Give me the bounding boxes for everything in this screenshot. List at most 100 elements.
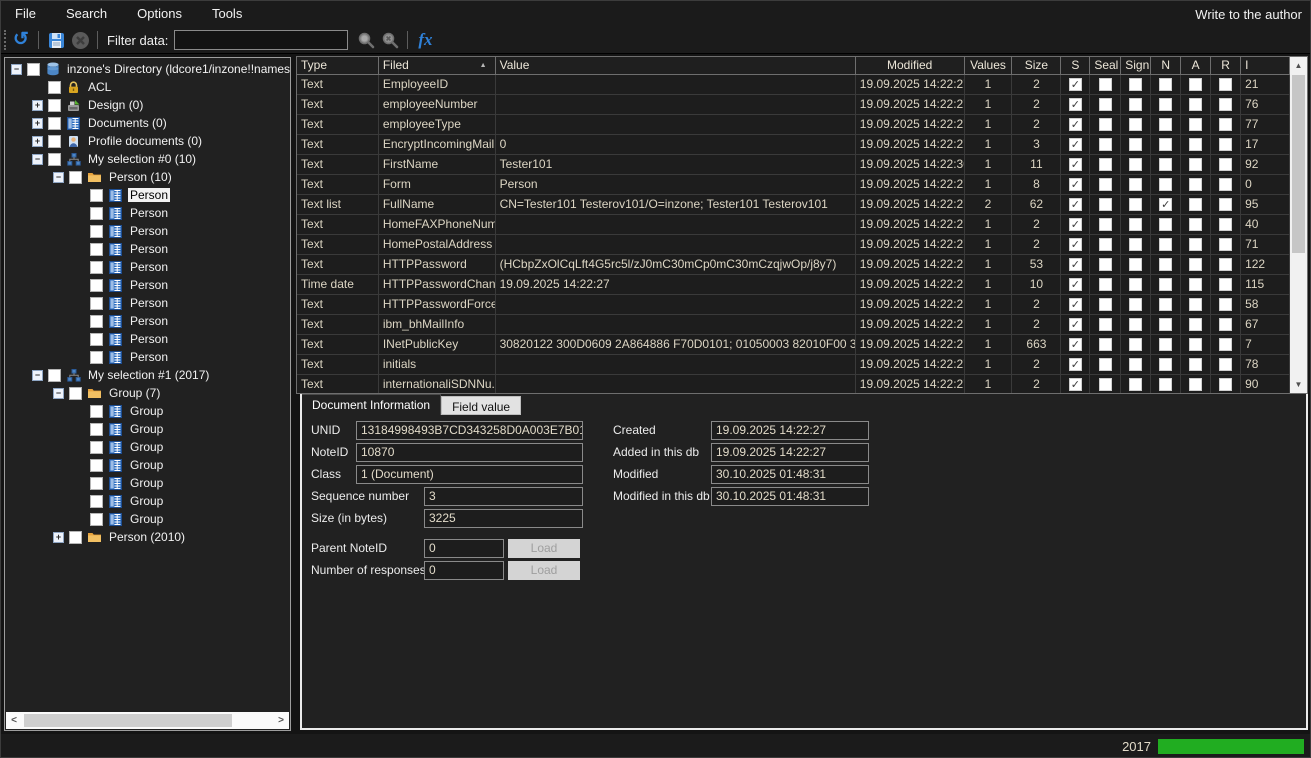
r-checkbox[interactable] [1219,298,1232,311]
tree-item[interactable]: Person [5,312,290,330]
a-checkbox[interactable] [1189,218,1202,231]
tab-field-value[interactable]: Field value [441,396,521,415]
n-checkbox[interactable] [1159,158,1172,171]
tree-item[interactable]: Person [5,258,290,276]
n-checkbox[interactable] [1159,118,1172,131]
tree-item-checkbox[interactable] [69,531,82,544]
seal-checkbox[interactable] [1099,358,1112,371]
n-checkbox[interactable] [1159,138,1172,151]
seal-checkbox[interactable] [1099,338,1112,351]
tree-item[interactable]: Person [5,348,290,366]
n-checkbox[interactable] [1159,78,1172,91]
collapse-icon[interactable]: − [32,154,43,165]
a-checkbox[interactable] [1189,258,1202,271]
tree-item[interactable]: Person [5,330,290,348]
field-row[interactable]: TextinternationaliSDNNu...19.09.2025 14:… [297,375,1290,393]
tree-item[interactable]: Group [5,402,290,420]
field-row[interactable]: Text listFullNameCN=Tester101 Testerov10… [297,195,1290,215]
search-button[interactable] [354,28,378,52]
seal-checkbox[interactable] [1099,98,1112,111]
sign-checkbox[interactable] [1129,238,1142,251]
column-header-field[interactable]: Filed▲ [379,57,496,74]
field-row[interactable]: Textibm_bhMailInfo19.09.2025 14:22:2712✓… [297,315,1290,335]
added-in-this-db-field[interactable]: 19.09.2025 14:22:27 [711,443,869,462]
menu-tools[interactable]: Tools [197,1,257,27]
field-row[interactable]: TextEmployeeID19.09.2025 14:22:2712✓21 [297,75,1290,95]
noteid-field[interactable]: 10870 [356,443,583,462]
s-checkbox[interactable]: ✓ [1069,98,1082,111]
sign-checkbox[interactable] [1129,278,1142,291]
tree-item[interactable]: Person [5,186,290,204]
column-header-sign[interactable]: Sign [1121,57,1151,74]
sign-checkbox[interactable] [1129,318,1142,331]
sign-checkbox[interactable] [1129,78,1142,91]
collapse-icon[interactable]: − [32,370,43,381]
formula-button[interactable]: fx [413,28,437,52]
tree-item-checkbox[interactable] [48,153,61,166]
s-checkbox[interactable]: ✓ [1069,338,1082,351]
parent-noteid-field[interactable]: 0 [424,539,504,558]
expand-icon[interactable]: + [32,100,43,111]
expand-icon[interactable]: + [53,532,64,543]
field-row[interactable]: TextemployeeNumber19.09.2025 14:22:2712✓… [297,95,1290,115]
s-checkbox[interactable]: ✓ [1069,258,1082,271]
n-checkbox[interactable] [1159,178,1172,191]
scroll-left-icon[interactable]: < [6,712,22,729]
a-checkbox[interactable] [1189,298,1202,311]
tree-item[interactable]: +Profile documents (0) [5,132,290,150]
tree-item[interactable]: −Group (7) [5,384,290,402]
field-row[interactable]: TextFirstNameTester10119.09.2025 14:22:3… [297,155,1290,175]
seal-checkbox[interactable] [1099,178,1112,191]
s-checkbox[interactable]: ✓ [1069,318,1082,331]
tree-item[interactable]: −Person (10) [5,168,290,186]
seal-checkbox[interactable] [1099,318,1112,331]
tree-item[interactable]: Person [5,222,290,240]
tree-item-checkbox[interactable] [90,297,103,310]
sign-checkbox[interactable] [1129,218,1142,231]
tree-item-checkbox[interactable] [69,171,82,184]
r-checkbox[interactable] [1219,358,1232,371]
seal-checkbox[interactable] [1099,198,1112,211]
r-checkbox[interactable] [1219,98,1232,111]
sign-checkbox[interactable] [1129,358,1142,371]
tree-item-checkbox[interactable] [90,459,103,472]
scrollbar-thumb[interactable] [1292,75,1305,253]
tree-item-checkbox[interactable] [90,315,103,328]
seal-checkbox[interactable] [1099,138,1112,151]
number-of-responses-load-button[interactable]: Load [508,561,580,580]
created-field[interactable]: 19.09.2025 14:22:27 [711,421,869,440]
tree-item[interactable]: Group [5,474,290,492]
r-checkbox[interactable] [1219,178,1232,191]
n-checkbox[interactable] [1159,238,1172,251]
tree-item-checkbox[interactable] [90,423,103,436]
filter-input[interactable] [174,30,348,50]
write-to-author-link[interactable]: Write to the author [1195,7,1311,22]
n-checkbox[interactable] [1159,358,1172,371]
sequence-number-field[interactable]: 3 [424,487,583,506]
r-checkbox[interactable] [1219,138,1232,151]
r-checkbox[interactable] [1219,378,1232,391]
a-checkbox[interactable] [1189,358,1202,371]
grid-vertical-scrollbar[interactable]: ▲ ▼ [1290,57,1307,393]
column-header-n[interactable]: N [1151,57,1181,74]
tree-item-checkbox[interactable] [90,513,103,526]
scrollbar-thumb[interactable] [24,714,232,727]
n-checkbox[interactable]: ✓ [1159,198,1172,211]
class-field[interactable]: 1 (Document) [356,465,583,484]
column-header-s[interactable]: S [1061,57,1090,74]
field-row[interactable]: TextEncryptIncomingMail019.09.2025 14:22… [297,135,1290,155]
r-checkbox[interactable] [1219,318,1232,331]
unid-field[interactable]: 13184998493B7CD343258D0A003E7B01 [356,421,583,440]
sign-checkbox[interactable] [1129,298,1142,311]
seal-checkbox[interactable] [1099,218,1112,231]
column-header-value[interactable]: Value [496,57,856,74]
seal-checkbox[interactable] [1099,258,1112,271]
collapse-icon[interactable]: − [53,388,64,399]
tree-item[interactable]: Person [5,240,290,258]
tree-item[interactable]: Group [5,456,290,474]
sign-checkbox[interactable] [1129,338,1142,351]
a-checkbox[interactable] [1189,138,1202,151]
field-row[interactable]: Time dateHTTPPasswordChan...19.09.2025 1… [297,275,1290,295]
field-row[interactable]: TextFormPerson19.09.2025 14:22:2718✓0 [297,175,1290,195]
a-checkbox[interactable] [1189,98,1202,111]
